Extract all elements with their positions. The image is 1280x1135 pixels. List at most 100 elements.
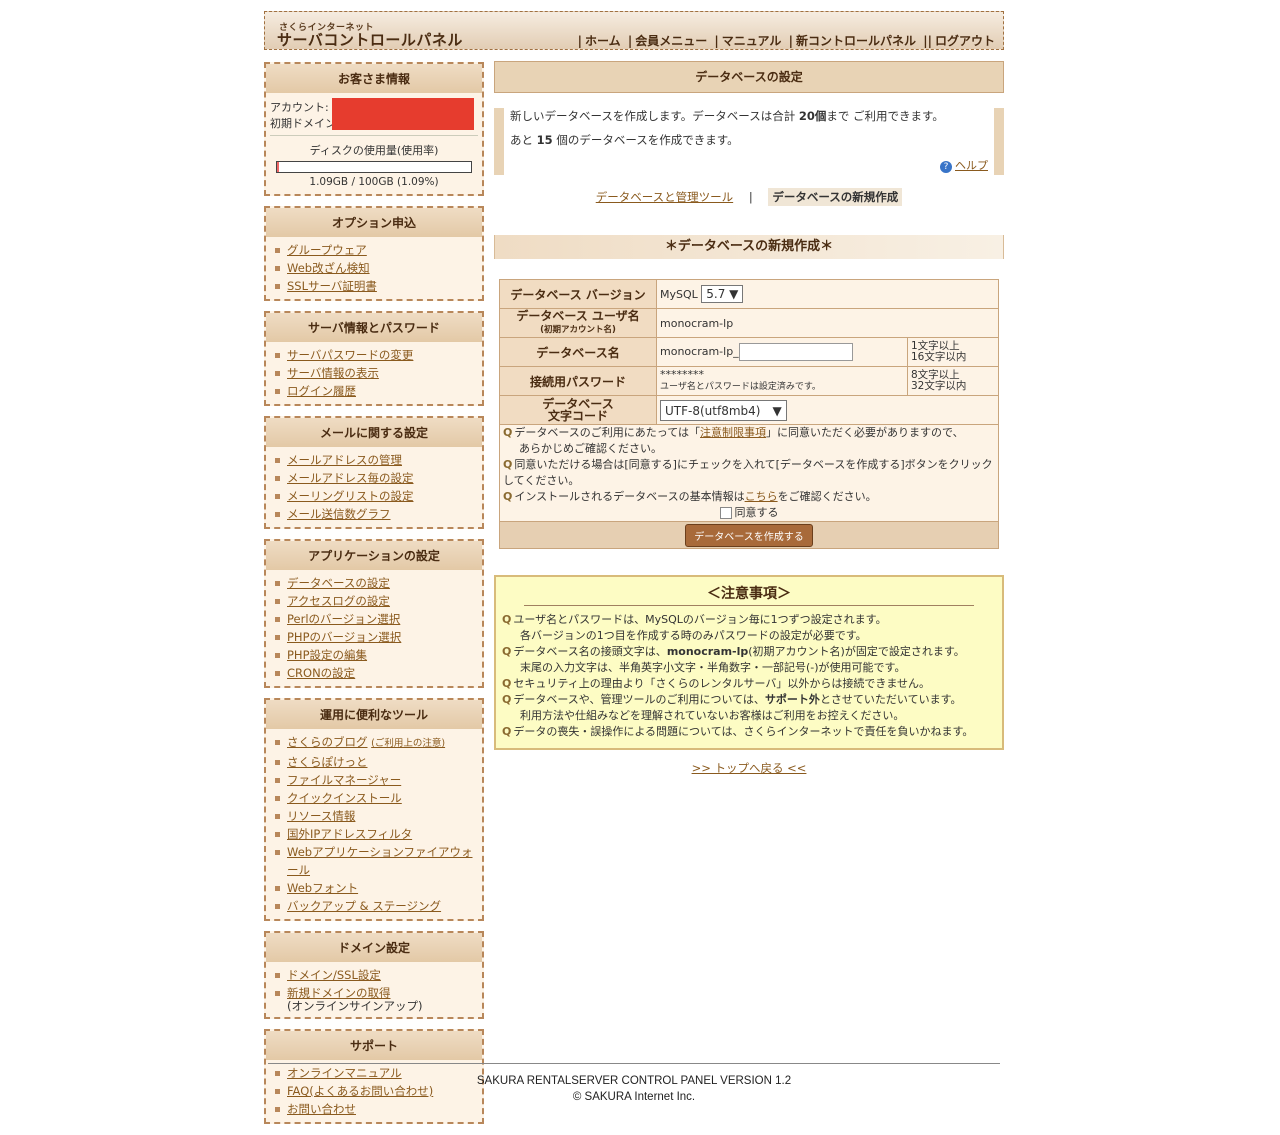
note-icon: Q (502, 645, 512, 658)
link-web-font[interactable]: Webフォント (287, 881, 358, 895)
disk-usage-bar (276, 161, 472, 173)
nav-new-control-panel[interactable]: 新コントロールパネル (796, 34, 916, 48)
agree-line-1b: あらかじめご確認ください。 (519, 442, 662, 455)
tab-separator: | (748, 190, 753, 204)
note-icon: Q (502, 613, 512, 626)
note-icon: Q (503, 458, 513, 471)
caution-title: ＜注意事項＞ (524, 583, 974, 606)
mysql-label: MySQL (660, 288, 698, 301)
link-groupware[interactable]: グループウェア (287, 243, 367, 257)
main-content: データベースの設定 新しいデータベースを作成します。データベースは合計 20個ま… (494, 61, 1004, 776)
password-note-2: 32文字以内 (911, 380, 967, 392)
db-name-note-2: 16文字以内 (911, 351, 967, 363)
footer-version: SAKURA RENTALSERVER CONTROL PANEL VERSIO… (476, 1075, 792, 1087)
agree-line-2: 同意いただける場合は[同意する]にチェックを入れて[データベースを作成する]ボタ… (503, 458, 993, 487)
charset-label-2: 文字コード (547, 409, 608, 423)
version-label: データベース バージョン (499, 279, 657, 309)
link-mail-settings[interactable]: メールアドレス毎の設定 (287, 471, 414, 485)
user-sub-label: (初期アカウント名) (540, 325, 616, 335)
caution-box: ＜注意事項＞ Q ユーザ名とパスワードは、MySQLのバージョン毎に1つずつ設定さ… (494, 575, 1004, 750)
note-icon: Q (502, 677, 512, 690)
link-file-manager[interactable]: ファイルマネージャー (287, 773, 401, 787)
agree-checkbox-label[interactable]: 同意する (735, 506, 779, 519)
version-select[interactable]: 5.7 ▼ (701, 285, 744, 303)
user-label: データベース ユーザ名 (516, 309, 640, 323)
link-db-info[interactable]: こちら (745, 490, 778, 503)
password-value: ******** (660, 368, 704, 381)
password-sub: ユーザ名とパスワードは設定済みです。 (660, 382, 821, 392)
note-icon: Q (503, 490, 513, 503)
link-blog-note[interactable]: (ご利用上の注意) (371, 738, 445, 749)
agree-checkbox[interactable] (719, 507, 732, 519)
mail-box: メールに関する設定 メールアドレスの管理 メールアドレス毎の設定 メーリングリス… (264, 416, 484, 529)
tab-db-new[interactable]: データベースの新規作成 (768, 188, 903, 206)
caution-line-4b: 利用方法や仕組みなどを理解されていないお客様はご利用をお控えください。 (520, 709, 905, 722)
note-icon: Q (502, 725, 512, 738)
nav-home[interactable]: ホーム (585, 34, 621, 48)
footer: SAKURA RENTALSERVER CONTROL PANEL VERSIO… (268, 1063, 1000, 1105)
nav-manual[interactable]: マニュアル (722, 34, 782, 48)
link-perl-version[interactable]: Perlのバージョン選択 (287, 612, 400, 626)
tools-title: 運用に便利なツール (266, 700, 482, 729)
footer-copyright: © SAKURA Internet Inc. (572, 1091, 696, 1103)
link-restrictions[interactable]: 注意制限事項 (700, 426, 766, 439)
link-server-password[interactable]: サーバパスワードの変更 (287, 348, 413, 362)
db-name-label: データベース名 (499, 337, 657, 367)
customer-info-box: お客さま情報 アカウント: 初期ドメイン: ディスクの使用量(使用率) 1.09… (264, 62, 484, 196)
option-box: オプション申込 グループウェア Web改ざん検知 SSLサーバ証明書 (264, 206, 484, 301)
sidebar-item-web-tamper: Web改ざん検知 (274, 259, 482, 277)
link-mailing-list[interactable]: メーリングリストの設定 (287, 489, 414, 503)
link-php-version[interactable]: PHPのバージョン選択 (287, 630, 401, 644)
disk-usage-value: 1.09GB / 100GB (1.09%) (309, 176, 439, 188)
link-web-tamper[interactable]: Web改ざん検知 (287, 261, 370, 275)
link-mail-address[interactable]: メールアドレスの管理 (287, 453, 402, 467)
link-php-settings[interactable]: PHP設定の編集 (287, 648, 367, 662)
help-label[interactable]: ヘルプ (955, 159, 988, 172)
customer-info-title: お客さま情報 (266, 64, 482, 93)
link-ssl-cert[interactable]: SSLサーバ証明書 (287, 279, 377, 293)
intro-line-2: あと 15 個のデータベースを作成できます。 (510, 133, 739, 147)
sidebar: お客さま情報 アカウント: 初期ドメイン: ディスクの使用量(使用率) 1.09… (264, 62, 484, 1134)
intro-line-1: 新しいデータベースを作成します。データベースは合計 20個まで ご利用できます。 (510, 109, 944, 123)
domain-box: ドメイン設定 ドメイン/SSL設定 新規ドメインの取得 (オンラインサインアップ) (264, 931, 484, 1019)
intro-box: 新しいデータベースを作成します。データベースは合計 20個まで ご利用できます。… (494, 108, 1004, 175)
caution-line-2b: 末尾の入力文字は、半角英字小文字・半角数字・一部記号(-)が使用可能です。 (520, 661, 906, 674)
tab-db-tools[interactable]: データベースと管理ツール (596, 190, 733, 204)
server-box: サーバ情報とパスワード サーバパスワードの変更 サーバ情報の表示 ログイン履歴 (264, 311, 484, 406)
page-title: データベースの設定 (494, 61, 1004, 93)
nav-member-menu[interactable]: 会員メニュー (635, 34, 707, 48)
link-ip-filter[interactable]: 国外IPアドレスフィルタ (287, 827, 412, 841)
header: さくらインターネット サーバコントロールパネル | ホーム | 会員メニュー | マニ… (264, 11, 1004, 50)
tabs: データベースと管理ツール | データベースの新規作成 (494, 188, 1004, 206)
tools-box: 運用に便利なツール さくらのブログ (ご利用上の注意) さくらぽけっと ファイル… (264, 698, 484, 921)
link-waf[interactable]: Webアプリケーションファイアウォール (287, 845, 473, 877)
link-access-log[interactable]: アクセスログの設定 (287, 594, 390, 608)
create-database-button[interactable]: データベースを作成する (685, 523, 813, 547)
support-title: サポート (266, 1031, 482, 1060)
domain-title: ドメイン設定 (266, 933, 482, 962)
link-resource-info[interactable]: リソース情報 (287, 809, 355, 823)
user-value: monocram-lp (656, 308, 999, 338)
link-server-info[interactable]: サーバ情報の表示 (287, 366, 379, 380)
link-domain-ssl[interactable]: ドメイン/SSL設定 (287, 968, 381, 982)
link-blog[interactable]: さくらのブログ (287, 735, 368, 749)
link-cron[interactable]: CRONの設定 (287, 666, 355, 680)
back-to-top-link[interactable]: >> トップへ戻る << (692, 761, 807, 775)
link-quick-install[interactable]: クイックインストール (287, 791, 402, 805)
link-login-history[interactable]: ログイン履歴 (287, 384, 356, 398)
link-database[interactable]: データベースの設定 (287, 576, 390, 590)
link-pocket[interactable]: さくらぽけっと (287, 755, 368, 769)
signup-note: (オンラインサインアップ) (287, 999, 423, 1013)
link-backup[interactable]: バックアップ & ステージング (287, 899, 441, 913)
link-mail-graph[interactable]: メール送信数グラフ (287, 507, 391, 521)
nav-logout[interactable]: ログアウト (935, 34, 995, 48)
db-create-form: データベース バージョン MySQL 5.7 ▼ データベース ユーザ名 (初期ア… (499, 279, 999, 549)
help-link[interactable]: ? ヘルプ (940, 157, 988, 173)
link-new-domain[interactable]: 新規ドメインの取得 (287, 986, 391, 1000)
db-name-input[interactable] (738, 343, 853, 361)
redacted-account-info (332, 98, 474, 130)
section-title: ＊データベースの新規作成＊ (494, 235, 1004, 259)
mail-title: メールに関する設定 (266, 418, 482, 447)
charset-select[interactable]: UTF-8(utf8mb4) ▼ (660, 399, 787, 421)
note-icon: Q (503, 426, 513, 439)
